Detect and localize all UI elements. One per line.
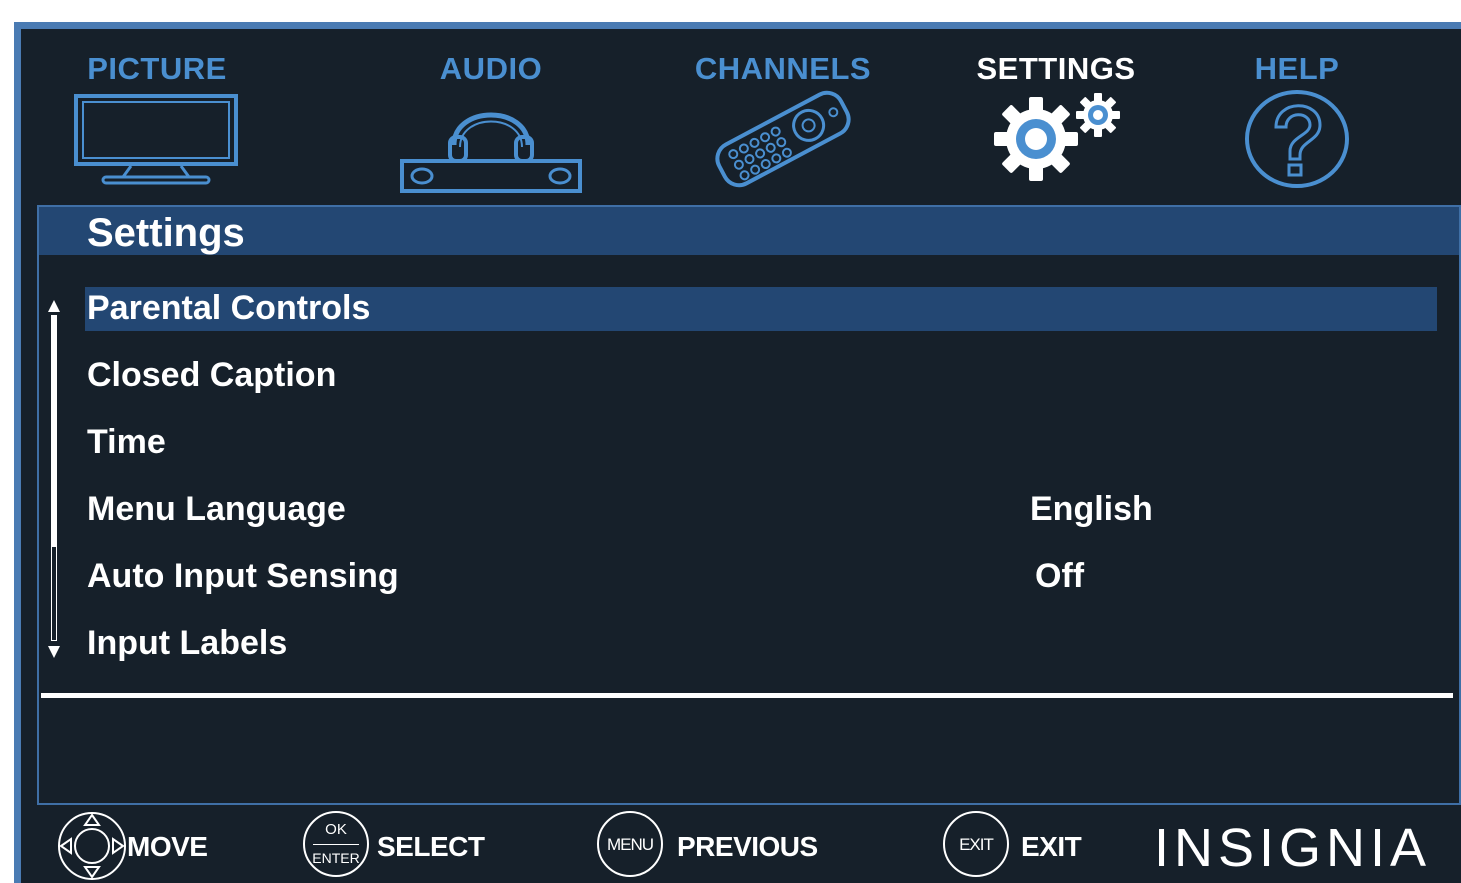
menu-button-text: MENU	[606, 835, 654, 854]
dpad-icon	[58, 812, 126, 880]
tab-audio[interactable]: AUDIO	[391, 29, 591, 204]
tv-menu-screen: PICTURE AUDIO CHANNELS SETTINGS HELP Set…	[14, 22, 1461, 883]
footer-move: MOVE	[57, 807, 237, 883]
ok-enter-button-icon: OK ENTER	[303, 811, 369, 877]
scrollbar[interactable]	[47, 299, 61, 659]
footer-select: OK ENTER SELECT	[303, 807, 513, 883]
menu-item-label: Parental Controls	[87, 289, 371, 327]
scroll-down-arrow-icon[interactable]	[47, 645, 61, 659]
tab-help[interactable]: HELP	[1197, 29, 1397, 204]
menu-item-value: Off	[1035, 557, 1085, 595]
tab-settings-label: SETTINGS	[976, 51, 1136, 86]
menu-item-closed-caption[interactable]: Closed Caption	[85, 354, 1437, 398]
tab-channels-label: CHANNELS	[694, 51, 872, 86]
panel-title-bar: Settings	[39, 207, 1459, 255]
footer-move-label: MOVE	[127, 831, 208, 862]
gear-icon	[986, 89, 1126, 185]
exit-button-icon: EXIT	[943, 811, 1009, 877]
footer-previous-label: PREVIOUS	[677, 831, 818, 862]
menu-item-time[interactable]: Time	[85, 421, 1437, 465]
scroll-up-arrow-icon[interactable]	[47, 299, 61, 313]
menu-item-menu-language[interactable]: Menu Language English	[85, 488, 1437, 532]
footer-select-label: SELECT	[377, 831, 485, 862]
menu-item-label: Menu Language	[87, 490, 346, 528]
menu-item-label: Input Labels	[87, 624, 288, 662]
brand-logo: INSIGNIA	[1154, 818, 1432, 878]
menu-item-label: Closed Caption	[87, 356, 337, 394]
footer-exit-label: EXIT	[1021, 831, 1082, 862]
settings-panel: Settings Parental Controls Closed Captio…	[37, 205, 1461, 805]
menu-item-label: Time	[87, 423, 166, 461]
tab-channels[interactable]: CHANNELS	[673, 29, 893, 204]
scroll-thumb[interactable]	[51, 315, 57, 547]
menu-item-value: English	[1030, 490, 1153, 528]
menu-item-auto-input-sensing[interactable]: Auto Input Sensing Off	[85, 555, 1437, 599]
menu-item-input-labels[interactable]: Input Labels	[85, 622, 1437, 666]
ok-text: OK	[325, 821, 347, 838]
footer-exit: EXIT EXIT	[943, 807, 1113, 883]
tab-help-label: HELP	[1254, 51, 1340, 86]
tab-picture[interactable]: PICTURE	[57, 29, 257, 204]
menu-item-label: Auto Input Sensing	[87, 557, 399, 595]
footer-previous: MENU PREVIOUS	[597, 807, 847, 883]
exit-button-text: EXIT	[959, 835, 994, 854]
tab-picture-label: PICTURE	[87, 51, 227, 86]
page-title: Settings	[87, 211, 245, 255]
menu-item-parental-controls[interactable]: Parental Controls	[85, 287, 1437, 331]
menu-button-icon: MENU	[597, 811, 663, 877]
tv-icon	[73, 93, 241, 185]
headphones-icon	[398, 85, 584, 193]
divider	[41, 693, 1453, 698]
help-icon	[1244, 89, 1350, 189]
tab-audio-label: AUDIO	[439, 51, 543, 86]
enter-text: ENTER	[312, 850, 360, 866]
remote-icon	[708, 87, 858, 191]
tab-settings[interactable]: SETTINGS	[956, 29, 1156, 204]
